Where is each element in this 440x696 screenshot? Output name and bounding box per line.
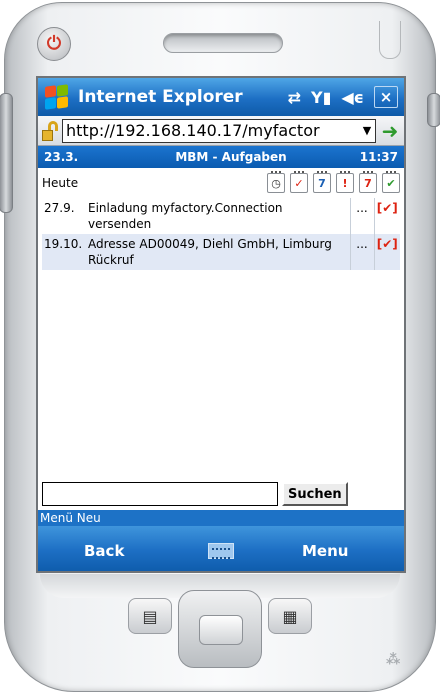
app-title: Internet Explorer: [78, 87, 243, 107]
connectivity-icon[interactable]: ⇄: [288, 88, 301, 107]
directional-pad[interactable]: [178, 590, 262, 668]
red-note-icon[interactable]: ✓: [290, 171, 308, 193]
done-mark[interactable]: [✔]: [373, 198, 400, 234]
page-content: Heute ◷ ✓ 7 ! 7 ✔ 27.9. Einladung myfact…: [38, 168, 404, 270]
notification-led: [379, 21, 401, 59]
tool-icons: ◷ ✓ 7 ! 7 ✔: [267, 171, 400, 193]
more-link[interactable]: ...: [349, 234, 374, 270]
search-row: Suchen: [42, 482, 348, 506]
menu-hint: Menü Neu: [38, 510, 404, 526]
speaker-grille: [163, 33, 283, 53]
task-date: 19.10.: [42, 234, 86, 270]
signal-icon[interactable]: Y▮: [311, 88, 331, 107]
menu-softkey[interactable]: Menu: [264, 542, 404, 560]
dpad-center-button[interactable]: [199, 615, 243, 645]
lock-icon: [42, 120, 58, 141]
keyboard-icon: [208, 542, 234, 559]
side-volume-button[interactable]: [0, 93, 13, 213]
power-button[interactable]: ⏻: [37, 27, 71, 61]
red-flag-note-icon[interactable]: !: [336, 171, 354, 193]
address-bar: http://192.168.140.17/myfactor ▼ ➜: [38, 116, 404, 146]
go-arrow-icon[interactable]: ➜: [380, 119, 400, 143]
clock-note-icon[interactable]: ◷: [267, 171, 285, 193]
volume-icon[interactable]: ◀ϵ: [341, 88, 364, 107]
header-time: 11:37: [359, 150, 398, 164]
windows-start-icon[interactable]: [44, 84, 70, 110]
title-bar: Internet Explorer ⇄ Y▮ ◀ϵ ×: [38, 78, 404, 116]
task-text[interactable]: Adresse AD00049, Diehl GmbH, Limburg Rüc…: [86, 234, 350, 270]
green-check-note-icon[interactable]: ✔: [382, 171, 400, 193]
search-button[interactable]: Suchen: [282, 482, 348, 506]
keyboard-toggle[interactable]: [178, 542, 264, 559]
task-table: 27.9. Einladung myfactory.Connection ver…: [42, 198, 400, 270]
softkey-bar: Back Menu: [38, 526, 404, 571]
done-mark[interactable]: [✔]: [373, 234, 400, 270]
calendar-icon: ▤: [142, 606, 158, 626]
power-icon: ⏻: [46, 33, 62, 54]
orange-note-icon[interactable]: 7: [359, 171, 377, 193]
header-date: 23.3.: [44, 150, 79, 164]
device-screen: Internet Explorer ⇄ Y▮ ◀ϵ × http://192.1…: [36, 76, 406, 573]
side-button[interactable]: [427, 93, 440, 127]
blue-note-icon[interactable]: 7: [313, 171, 331, 193]
status-icons: ⇄ Y▮ ◀ϵ ×: [288, 86, 398, 108]
page-title: MBM - Aufgaben: [175, 150, 287, 164]
back-softkey[interactable]: Back: [38, 542, 178, 560]
section-toolbar: Heute ◷ ✓ 7 ! 7 ✔: [42, 170, 400, 196]
more-link[interactable]: ...: [349, 198, 374, 234]
windows-logo-icon: ⁂: [386, 652, 401, 668]
task-date: 27.9.: [44, 201, 75, 215]
table-row[interactable]: 19.10. Adresse AD00049, Diehl GmbH, Limb…: [42, 234, 400, 270]
contacts-hardware-button[interactable]: ▦: [268, 598, 312, 634]
page-header: 23.3. MBM - Aufgaben 11:37: [38, 146, 404, 168]
calendar-hardware-button[interactable]: ▤: [128, 598, 172, 634]
url-input[interactable]: http://192.168.140.17/myfactor ▼: [62, 118, 376, 143]
grid-icon: ▦: [282, 606, 298, 626]
close-button[interactable]: ×: [374, 86, 398, 108]
task-text[interactable]: Einladung myfactory.Connection versenden: [86, 198, 350, 234]
table-row[interactable]: 27.9. Einladung myfactory.Connection ver…: [42, 198, 400, 234]
section-label: Heute: [42, 176, 79, 190]
search-input[interactable]: [42, 482, 278, 506]
url-text: http://192.168.140.17/myfactor: [66, 121, 320, 140]
chevron-down-icon[interactable]: ▼: [359, 124, 375, 137]
